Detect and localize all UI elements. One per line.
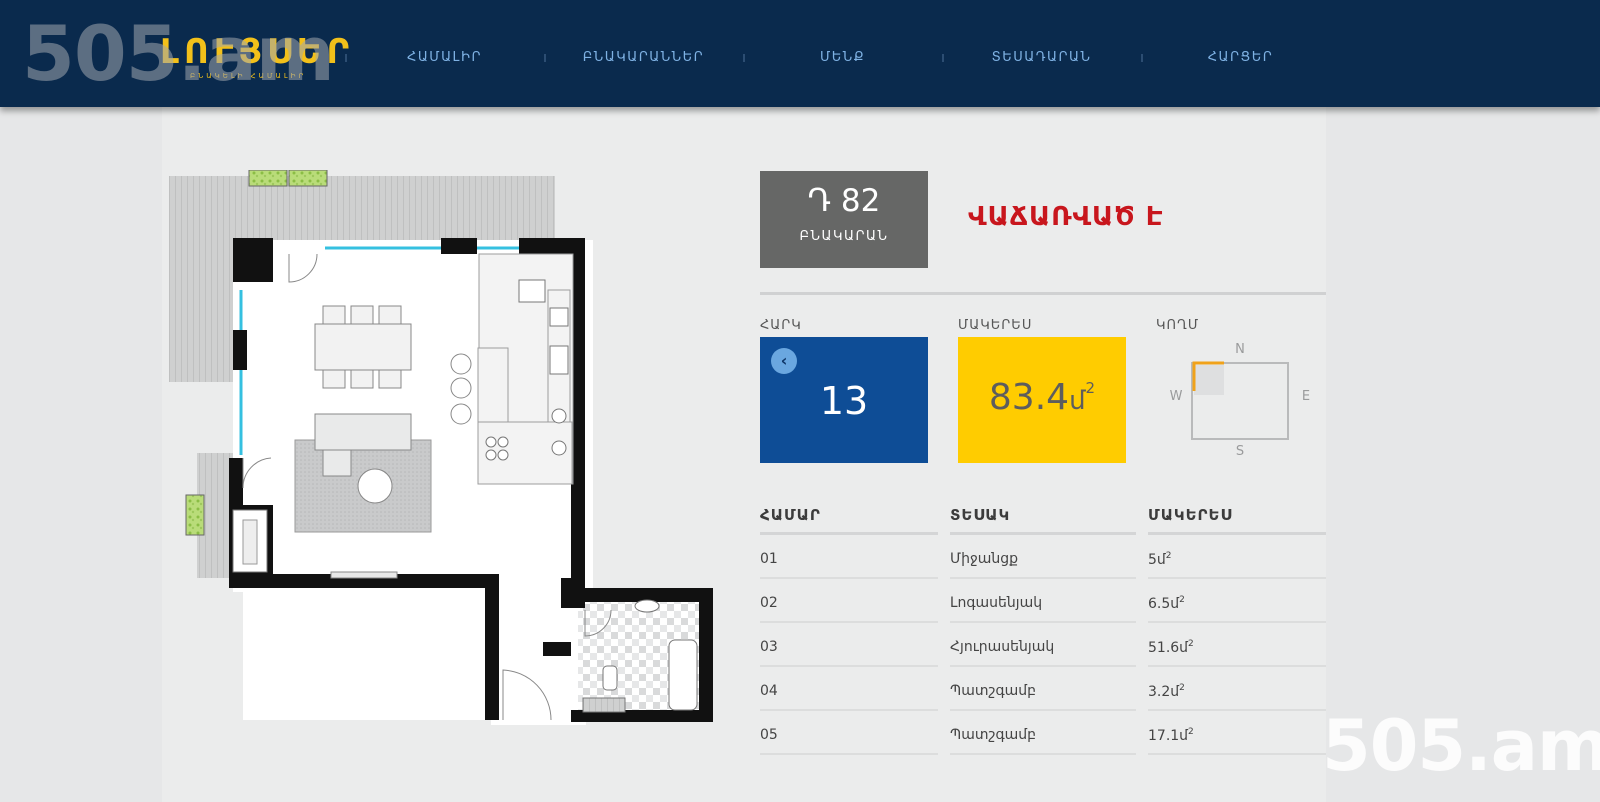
main-nav: ՀԱՄԱԼԻՐ ԲՆԱԿԱՐԱՆՆԵՐ ՄԵՆՔ ՏԵՍԱԴԱՐԱՆ ՀԱՐՑԵ…: [345, 50, 1340, 65]
nav-item-about[interactable]: ՄԵՆՔ: [743, 50, 942, 65]
cell-number: 03: [760, 623, 938, 667]
nav-item-complex[interactable]: ՀԱՄԱԼԻՐ: [345, 50, 544, 65]
nav-item-gallery[interactable]: ՏԵՍԱԴԱՐԱՆ: [942, 50, 1141, 65]
cell-area: 17.1մ2: [1148, 711, 1326, 755]
table-header: ՀԱՄԱՐ ՏԵՍԱԿ ՄԱԿԵՐԵՍ: [760, 498, 1326, 535]
area-unit: մ: [1069, 386, 1086, 416]
nav-item-faq[interactable]: ՀԱՐՑԵՐ: [1141, 50, 1340, 65]
area-card: 83.4մ2: [958, 337, 1126, 463]
table-row: 05 Պատշգամբ 17.1մ2: [760, 711, 1326, 755]
right-margin: [1326, 107, 1600, 802]
sold-status: ՎԱՃԱՌՎԱԾ Է: [968, 202, 1164, 232]
cell-number: 02: [760, 579, 938, 623]
left-margin: [0, 107, 162, 802]
col-area: ՄԱԿԵՐԵՍ: [1148, 498, 1326, 535]
apartment-id-box: Դ 82 ԲՆԱԿԱՐԱՆ: [760, 171, 928, 268]
section-divider: [760, 292, 1326, 295]
col-number: ՀԱՄԱՐ: [760, 498, 938, 535]
orientation-label: ԿՈՂՄ: [1156, 318, 1200, 333]
nav-item-apartments[interactable]: ԲՆԱԿԱՐԱՆՆԵՐ: [544, 50, 743, 65]
cell-type: Պատշգամբ: [950, 711, 1136, 755]
cell-number: 04: [760, 667, 938, 711]
area-power: 2: [1085, 379, 1096, 397]
table-row: 01 Միջանցք 5մ2: [760, 535, 1326, 579]
cell-type: Հյուրասենյակ: [950, 623, 1136, 667]
table-row: 03 Հյուրասենյակ 51.6մ2: [760, 623, 1326, 667]
watermark-bottom: 505.am: [1322, 705, 1600, 787]
cell-area: 6.5մ2: [1148, 579, 1326, 623]
apartment-number: Դ 82: [807, 183, 881, 219]
col-type: ՏԵՍԱԿ: [950, 498, 1136, 535]
watermark-top: 505.am: [22, 9, 335, 98]
area-value: 83.4: [988, 377, 1070, 418]
cell-type: Լոգասենյակ: [950, 579, 1136, 623]
compass-east: E: [1302, 389, 1310, 404]
cell-area: 51.6մ2: [1148, 623, 1326, 667]
cell-type: Պատշգամբ: [950, 667, 1136, 711]
prev-floor-button[interactable]: ‹: [771, 348, 797, 374]
chevron-left-icon: ‹: [780, 351, 788, 370]
rooms-table: ՀԱՄԱՐ ՏԵՍԱԿ ՄԱԿԵՐԵՍ 01 Միջանցք 5մ2 02 Լո…: [760, 498, 1326, 755]
apartment-label: ԲՆԱԿԱՐԱՆ: [799, 229, 889, 244]
compass-diagram: N S W E: [1170, 342, 1311, 459]
cell-area: 5մ2: [1148, 535, 1326, 579]
area-label: ՄԱԿԵՐԵՍ: [958, 318, 1033, 333]
table-row: 02 Լոգասենյակ 6.5մ2: [760, 579, 1326, 623]
cell-number: 05: [760, 711, 938, 755]
floor-label: ՀԱՐԿ: [760, 318, 802, 333]
compass-south: S: [1236, 444, 1244, 459]
floor-plan: [169, 170, 713, 725]
compass-north: N: [1235, 342, 1245, 357]
cell-number: 01: [760, 535, 938, 579]
compass-west: W: [1170, 389, 1183, 404]
table-row: 04 Պատշգամբ 3.2մ2: [760, 667, 1326, 711]
floor-card: ‹ 13: [760, 337, 928, 463]
floor-value: 13: [819, 379, 869, 423]
cell-area: 3.2մ2: [1148, 667, 1326, 711]
cell-type: Միջանցք: [950, 535, 1136, 579]
